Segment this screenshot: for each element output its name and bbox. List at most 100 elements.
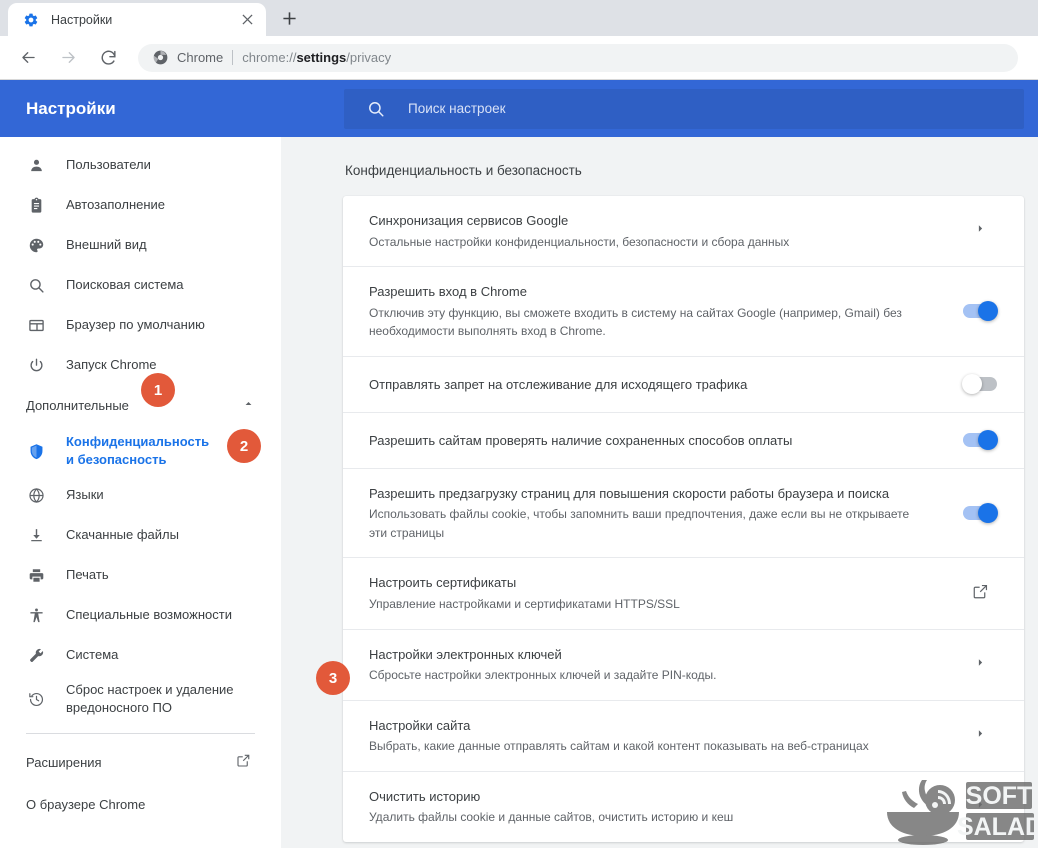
- row-text: Синхронизация сервисов Google Остальные …: [369, 196, 944, 266]
- settings-gear-icon: [22, 11, 39, 28]
- reload-icon[interactable]: [92, 42, 124, 74]
- printer-icon: [26, 565, 46, 585]
- row-subtitle: Отключив эту функцию, вы сможете входить…: [369, 305, 902, 339]
- row-action[interactable]: [960, 222, 1000, 240]
- forward-icon[interactable]: [52, 42, 84, 74]
- row-action[interactable]: [960, 583, 1000, 605]
- settings-header: Настройки: [0, 80, 1038, 137]
- close-icon[interactable]: [238, 11, 256, 29]
- row-action[interactable]: [960, 430, 1000, 451]
- external-link-icon[interactable]: [972, 583, 989, 605]
- sidebar-item-autofill[interactable]: Автозаполнение: [0, 185, 281, 225]
- security-label: Chrome: [177, 50, 224, 65]
- setting-row-do-not-track[interactable]: Отправлять запрет на отслеживание для ис…: [343, 357, 1024, 413]
- setting-row-preload-pages[interactable]: Разрешить предзагрузку страниц для повыш…: [343, 469, 1024, 559]
- shield-icon: [26, 441, 46, 461]
- row-title: Разрешить предзагрузку страниц для повыш…: [369, 485, 890, 501]
- sidebar-item-reset-cleanup[interactable]: Сброс настроек и удаление вредоносного П…: [0, 675, 281, 723]
- back-icon[interactable]: [12, 42, 44, 74]
- watermark-line1: SOFT: [966, 782, 1033, 810]
- setting-row-manage-certificates[interactable]: Настроить сертификаты Управление настрой…: [343, 558, 1024, 630]
- omnibox-divider: [232, 50, 234, 65]
- sidebar-item-languages[interactable]: Языки: [0, 475, 281, 515]
- row-title: Синхронизация сервисов Google: [369, 213, 569, 228]
- row-action[interactable]: [960, 727, 1000, 745]
- chevron-up-icon[interactable]: [242, 397, 255, 415]
- watermark-line2: SALAD: [957, 813, 1034, 841]
- toggle-knob: [978, 503, 998, 524]
- toggle-knob: [978, 430, 998, 451]
- address-bar[interactable]: Chrome chrome://settings/privacy: [138, 43, 1018, 72]
- sidebar-divider: [26, 733, 255, 734]
- url-suffix: /privacy: [346, 50, 392, 65]
- sidebar-item-accessibility[interactable]: Специальные возможности: [0, 595, 281, 635]
- setting-row-payment-methods[interactable]: Разрешить сайтам проверять наличие сохра…: [343, 413, 1024, 469]
- browser-tab-settings[interactable]: Настройки: [8, 3, 266, 36]
- sidebar-item-label: Печать: [66, 566, 109, 582]
- person-icon: [26, 155, 46, 175]
- row-action[interactable]: [960, 656, 1000, 674]
- annotation-badge-1: 1: [141, 373, 175, 407]
- sidebar-group-label: Дополнительные: [26, 397, 129, 413]
- row-subtitle: Удалить файлы cookie и данные сайтов, оч…: [369, 810, 734, 825]
- row-text: Настроить сертификаты Управление настрой…: [369, 558, 944, 628]
- row-action[interactable]: [960, 374, 1000, 395]
- setting-row-site-settings[interactable]: Настройки сайта Выбрать, какие данные от…: [343, 701, 1024, 772]
- sidebar-item-extensions[interactable]: Расширения: [0, 742, 281, 784]
- row-title: Настроить сертификаты: [369, 575, 517, 591]
- toggle-knob: [978, 301, 998, 322]
- new-tab-button[interactable]: [274, 3, 304, 33]
- url-bold: settings: [296, 50, 347, 65]
- chevron-right-icon[interactable]: [974, 656, 987, 674]
- browser-window: Настройки Chrome chrome://settings/priva…: [0, 0, 1038, 848]
- row-title: Настройки электронных ключей: [369, 646, 562, 662]
- row-text: Очистить историю Удалить файлы cookie и …: [369, 772, 944, 842]
- sidebar-item-label: Скачанные файлы: [66, 526, 179, 542]
- page-title: Настройки: [26, 98, 116, 118]
- sidebar-item-startup[interactable]: Запуск Chrome: [0, 345, 281, 385]
- sidebar-item-default-browser[interactable]: Браузер по умолчанию: [0, 305, 281, 345]
- accessibility-icon: [26, 605, 46, 625]
- url-text: chrome://settings/privacy: [242, 50, 391, 65]
- sidebar-item-label: Сброс настроек и удаление вредоносного П…: [66, 681, 234, 715]
- palette-icon: [26, 235, 46, 255]
- row-title: Очистить историю: [369, 788, 481, 804]
- search-icon: [366, 99, 386, 119]
- row-subtitle: Использовать файлы cookie, чтобы запомни…: [369, 507, 910, 540]
- row-text: Разрешить сайтам проверять наличие сохра…: [369, 416, 944, 466]
- sidebar-item-label: Внешний вид: [66, 236, 147, 252]
- search-icon: [26, 275, 46, 295]
- toggle-switch[interactable]: [963, 503, 998, 524]
- sidebar-item-search-engine[interactable]: Поисковая система: [0, 265, 281, 305]
- sidebar-item-label: Система: [66, 646, 119, 662]
- sidebar-item-about-chrome[interactable]: О браузере Chrome: [0, 784, 281, 826]
- external-link-icon[interactable]: [236, 753, 251, 773]
- sidebar-item-printing[interactable]: Печать: [0, 555, 281, 595]
- annotation-badge-2: 2: [227, 429, 261, 463]
- toggle-switch[interactable]: [963, 301, 998, 322]
- setting-row-security-keys[interactable]: Настройки электронных ключей Сбросьте на…: [343, 630, 1024, 701]
- setting-row-allow-chrome-signin[interactable]: Разрешить вход в Chrome Отключив эту фун…: [343, 267, 1024, 357]
- row-action[interactable]: [960, 503, 1000, 524]
- sidebar-item-users[interactable]: Пользователи: [0, 145, 281, 185]
- settings-search-box[interactable]: [344, 88, 1024, 129]
- row-title: Разрешить сайтам проверять наличие сохра…: [369, 432, 793, 448]
- sidebar-item-label: Расширения: [26, 754, 102, 770]
- sidebar-item-label: Пользователи: [66, 156, 151, 172]
- globe-icon: [26, 485, 46, 505]
- search-input[interactable]: [408, 101, 1024, 116]
- sidebar-item-downloads[interactable]: Скачанные файлы: [0, 515, 281, 555]
- row-title: Настройки сайта: [369, 717, 471, 733]
- toggle-knob: [962, 374, 982, 395]
- restore-history-icon: [26, 689, 46, 709]
- row-action[interactable]: [960, 301, 1000, 322]
- toggle-switch[interactable]: [962, 374, 997, 395]
- sidebar-item-system[interactable]: Система: [0, 635, 281, 675]
- clipboard-icon: [26, 195, 46, 215]
- browser-window-icon: [26, 315, 46, 335]
- toggle-switch[interactable]: [963, 430, 998, 451]
- chevron-right-icon[interactable]: [974, 727, 987, 745]
- sidebar-item-appearance[interactable]: Внешний вид: [0, 225, 281, 265]
- chevron-right-icon[interactable]: [974, 222, 987, 240]
- setting-row-google-sync[interactable]: Синхронизация сервисов Google Остальные …: [343, 196, 1024, 268]
